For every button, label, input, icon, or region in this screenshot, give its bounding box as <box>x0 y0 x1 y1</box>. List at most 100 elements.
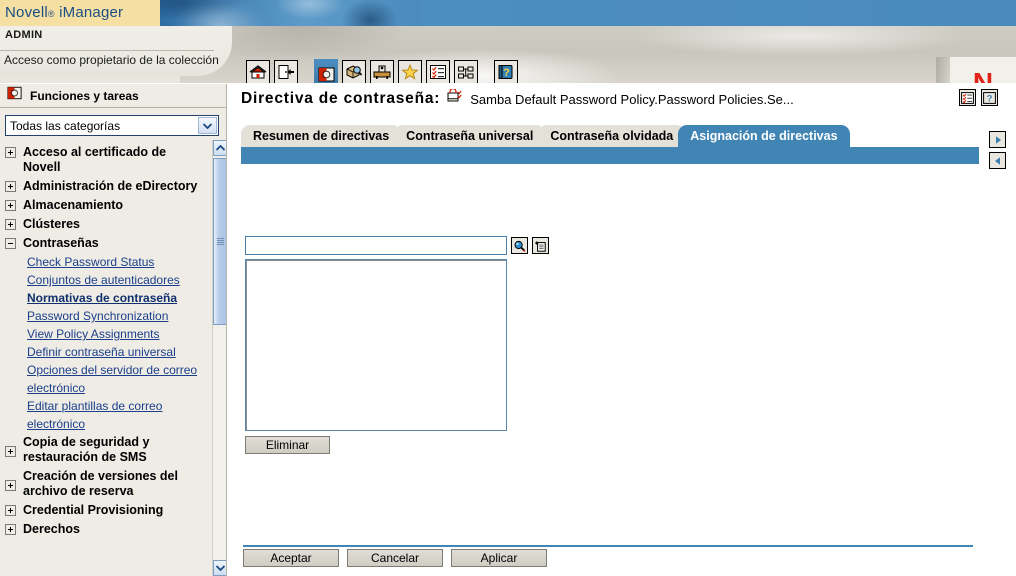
password-policy-icon <box>447 88 463 109</box>
network-objects-icon[interactable] <box>454 60 478 83</box>
help-question-icon[interactable]: ? <box>981 89 998 106</box>
home-icon[interactable] <box>246 60 270 83</box>
nav-prev-icon[interactable] <box>989 152 1006 169</box>
favorites-star-icon[interactable] <box>398 60 422 83</box>
task-password-policies[interactable]: Normativas de contraseña <box>27 289 211 307</box>
main-content: Directiva de contraseña: Samba Default P… <box>228 84 1016 576</box>
accept-button[interactable]: Aceptar <box>243 549 339 567</box>
tab-policy-assignment[interactable]: Asignación de directivas <box>678 125 850 147</box>
configure-icon[interactable] <box>370 60 394 83</box>
page-title: Directiva de contraseña: Samba Default P… <box>241 88 794 109</box>
tab-label: Contraseña universal <box>406 129 534 143</box>
object-search-icon[interactable] <box>511 237 528 254</box>
task-authenticator-sets[interactable]: Conjuntos de autenticadores <box>27 271 211 289</box>
search-input[interactable] <box>245 236 507 255</box>
page-title-actions: ? <box>959 89 998 106</box>
chevron-up-icon[interactable] <box>213 140 226 156</box>
expand-plus-icon[interactable] <box>5 219 16 230</box>
expand-plus-icon[interactable] <box>5 505 16 516</box>
sidebar-item-archive-versioning[interactable]: Creación de versiones del archivo de res… <box>0 467 211 501</box>
expand-plus-icon[interactable] <box>5 479 16 491</box>
tree-label: Copia de seguridad y restauración de SMS <box>23 435 150 464</box>
sidebar-header: Funciones y tareas <box>0 84 226 108</box>
main-toolbar: ? <box>246 59 518 83</box>
footer-actions: Aceptar Cancelar Aplicar <box>243 549 547 567</box>
svg-text:?: ? <box>987 93 993 104</box>
task-password-synchronization[interactable]: Password Synchronization <box>27 307 211 325</box>
chevron-down-icon[interactable] <box>198 117 217 134</box>
registered-mark: ® <box>47 9 55 19</box>
chevron-down-icon[interactable] <box>213 560 226 576</box>
sidebar: Funciones y tareas Todas las categorías … <box>0 84 227 576</box>
sidebar-item-credential-provisioning[interactable]: Credential Provisioning <box>0 501 211 520</box>
object-view-icon[interactable] <box>342 60 366 83</box>
exit-icon[interactable] <box>274 60 298 83</box>
preferences-list-icon[interactable] <box>426 60 450 83</box>
top-banner: Novell® iManager <box>0 0 1016 26</box>
remove-button[interactable]: Eliminar <box>245 436 330 454</box>
sidebar-scrollbar[interactable] <box>212 140 226 576</box>
product-logo: Novell® iManager <box>0 0 160 26</box>
scroll-thumb-grip <box>217 238 224 245</box>
svg-text:?: ? <box>503 67 510 79</box>
expand-plus-icon[interactable] <box>5 200 16 211</box>
banner-artwork <box>160 0 420 26</box>
sidebar-item-clusters[interactable]: Clústeres <box>0 215 211 234</box>
task-check-password-status[interactable]: Check Password Status <box>27 253 211 271</box>
roles-tree: Acceso al certificado de Novell Administ… <box>0 140 211 576</box>
page-title-label: Directiva de contraseña: <box>241 90 441 107</box>
sidebar-title-label: Funciones y tareas <box>30 88 139 103</box>
tab-forgotten-password[interactable]: Contraseña olvidada <box>538 125 686 147</box>
tab-label: Contraseña olvidada <box>550 129 674 143</box>
task-edit-email-templates[interactable]: Editar plantillas de correo electrónico <box>27 397 211 433</box>
object-search-row <box>245 236 549 255</box>
tree-label: Derechos <box>23 522 80 536</box>
tree-label: Credential Provisioning <box>23 503 164 517</box>
admin-panel: ADMIN Acceso como propietario de la cole… <box>0 26 232 76</box>
cancel-button[interactable]: Cancelar <box>347 549 443 567</box>
object-details-icon[interactable] <box>959 89 976 106</box>
category-select[interactable]: Todas las categorías <box>5 115 219 136</box>
sidebar-item-storage[interactable]: Almacenamiento <box>0 196 211 215</box>
help-book-icon[interactable]: ? <box>494 60 518 83</box>
collection-access-text: Acceso como propietario de la colección <box>4 53 219 67</box>
task-view-policy-assignments[interactable]: View Policy Assignments <box>27 325 211 343</box>
expand-plus-icon[interactable] <box>5 445 16 457</box>
nav-next-icon[interactable] <box>989 131 1006 148</box>
admin-user-label: ADMIN <box>5 29 43 41</box>
sidebar-item-passwords[interactable]: Contraseñas <box>0 234 211 253</box>
object-history-icon[interactable] <box>532 237 549 254</box>
tree-label: Contraseñas <box>23 236 99 250</box>
sidebar-item-edirectory-admin[interactable]: Administración de eDirectory <box>0 177 211 196</box>
scroll-thumb[interactable] <box>213 158 226 325</box>
tab-label: Asignación de directivas <box>690 129 838 143</box>
tab-policy-summary[interactable]: Resumen de directivas <box>241 125 402 147</box>
footer-divider <box>243 545 973 547</box>
assignment-list[interactable] <box>245 259 507 431</box>
tab-universal-password[interactable]: Contraseña universal <box>394 125 546 147</box>
sidebar-item-rights[interactable]: Derechos <box>0 520 211 539</box>
tree-label: Creación de versiones del archivo de res… <box>23 469 178 498</box>
task-set-universal-password[interactable]: Definir contraseña universal <box>27 343 211 361</box>
sidebar-item-sms-backup-restore[interactable]: Copia de seguridad y restauración de SMS <box>0 433 211 467</box>
expand-plus-icon[interactable] <box>5 181 16 192</box>
collapse-minus-icon[interactable] <box>5 238 16 249</box>
expand-plus-icon[interactable] <box>5 524 16 535</box>
product-name: Novell <box>5 4 48 21</box>
tree-label: Clústeres <box>23 217 80 231</box>
tab-content-strip <box>241 147 979 164</box>
tree-label: Acceso al certificado de Novell <box>23 145 167 174</box>
apply-button[interactable]: Aplicar <box>451 549 547 567</box>
product-suffix: iManager <box>59 4 124 21</box>
sidebar-item-certificate-access[interactable]: Acceso al certificado de Novell <box>0 143 211 177</box>
roles-and-tasks-icon <box>7 86 22 105</box>
header-strip: N ADMIN Acceso como propietario de la co… <box>0 26 1016 83</box>
roles-and-tasks-icon[interactable] <box>314 59 338 83</box>
tab-label: Resumen de directivas <box>253 129 390 143</box>
task-email-server-options[interactable]: Opciones del servidor de correo electrón… <box>27 361 211 397</box>
category-select-value: Todas las categorías <box>10 118 121 133</box>
passwords-task-list: Check Password Status Conjuntos de auten… <box>0 253 211 433</box>
content-tabs: Resumen de directivas Contraseña univers… <box>241 125 850 147</box>
expand-plus-icon[interactable] <box>5 147 16 158</box>
tree-label: Administración de eDirectory <box>23 179 198 193</box>
